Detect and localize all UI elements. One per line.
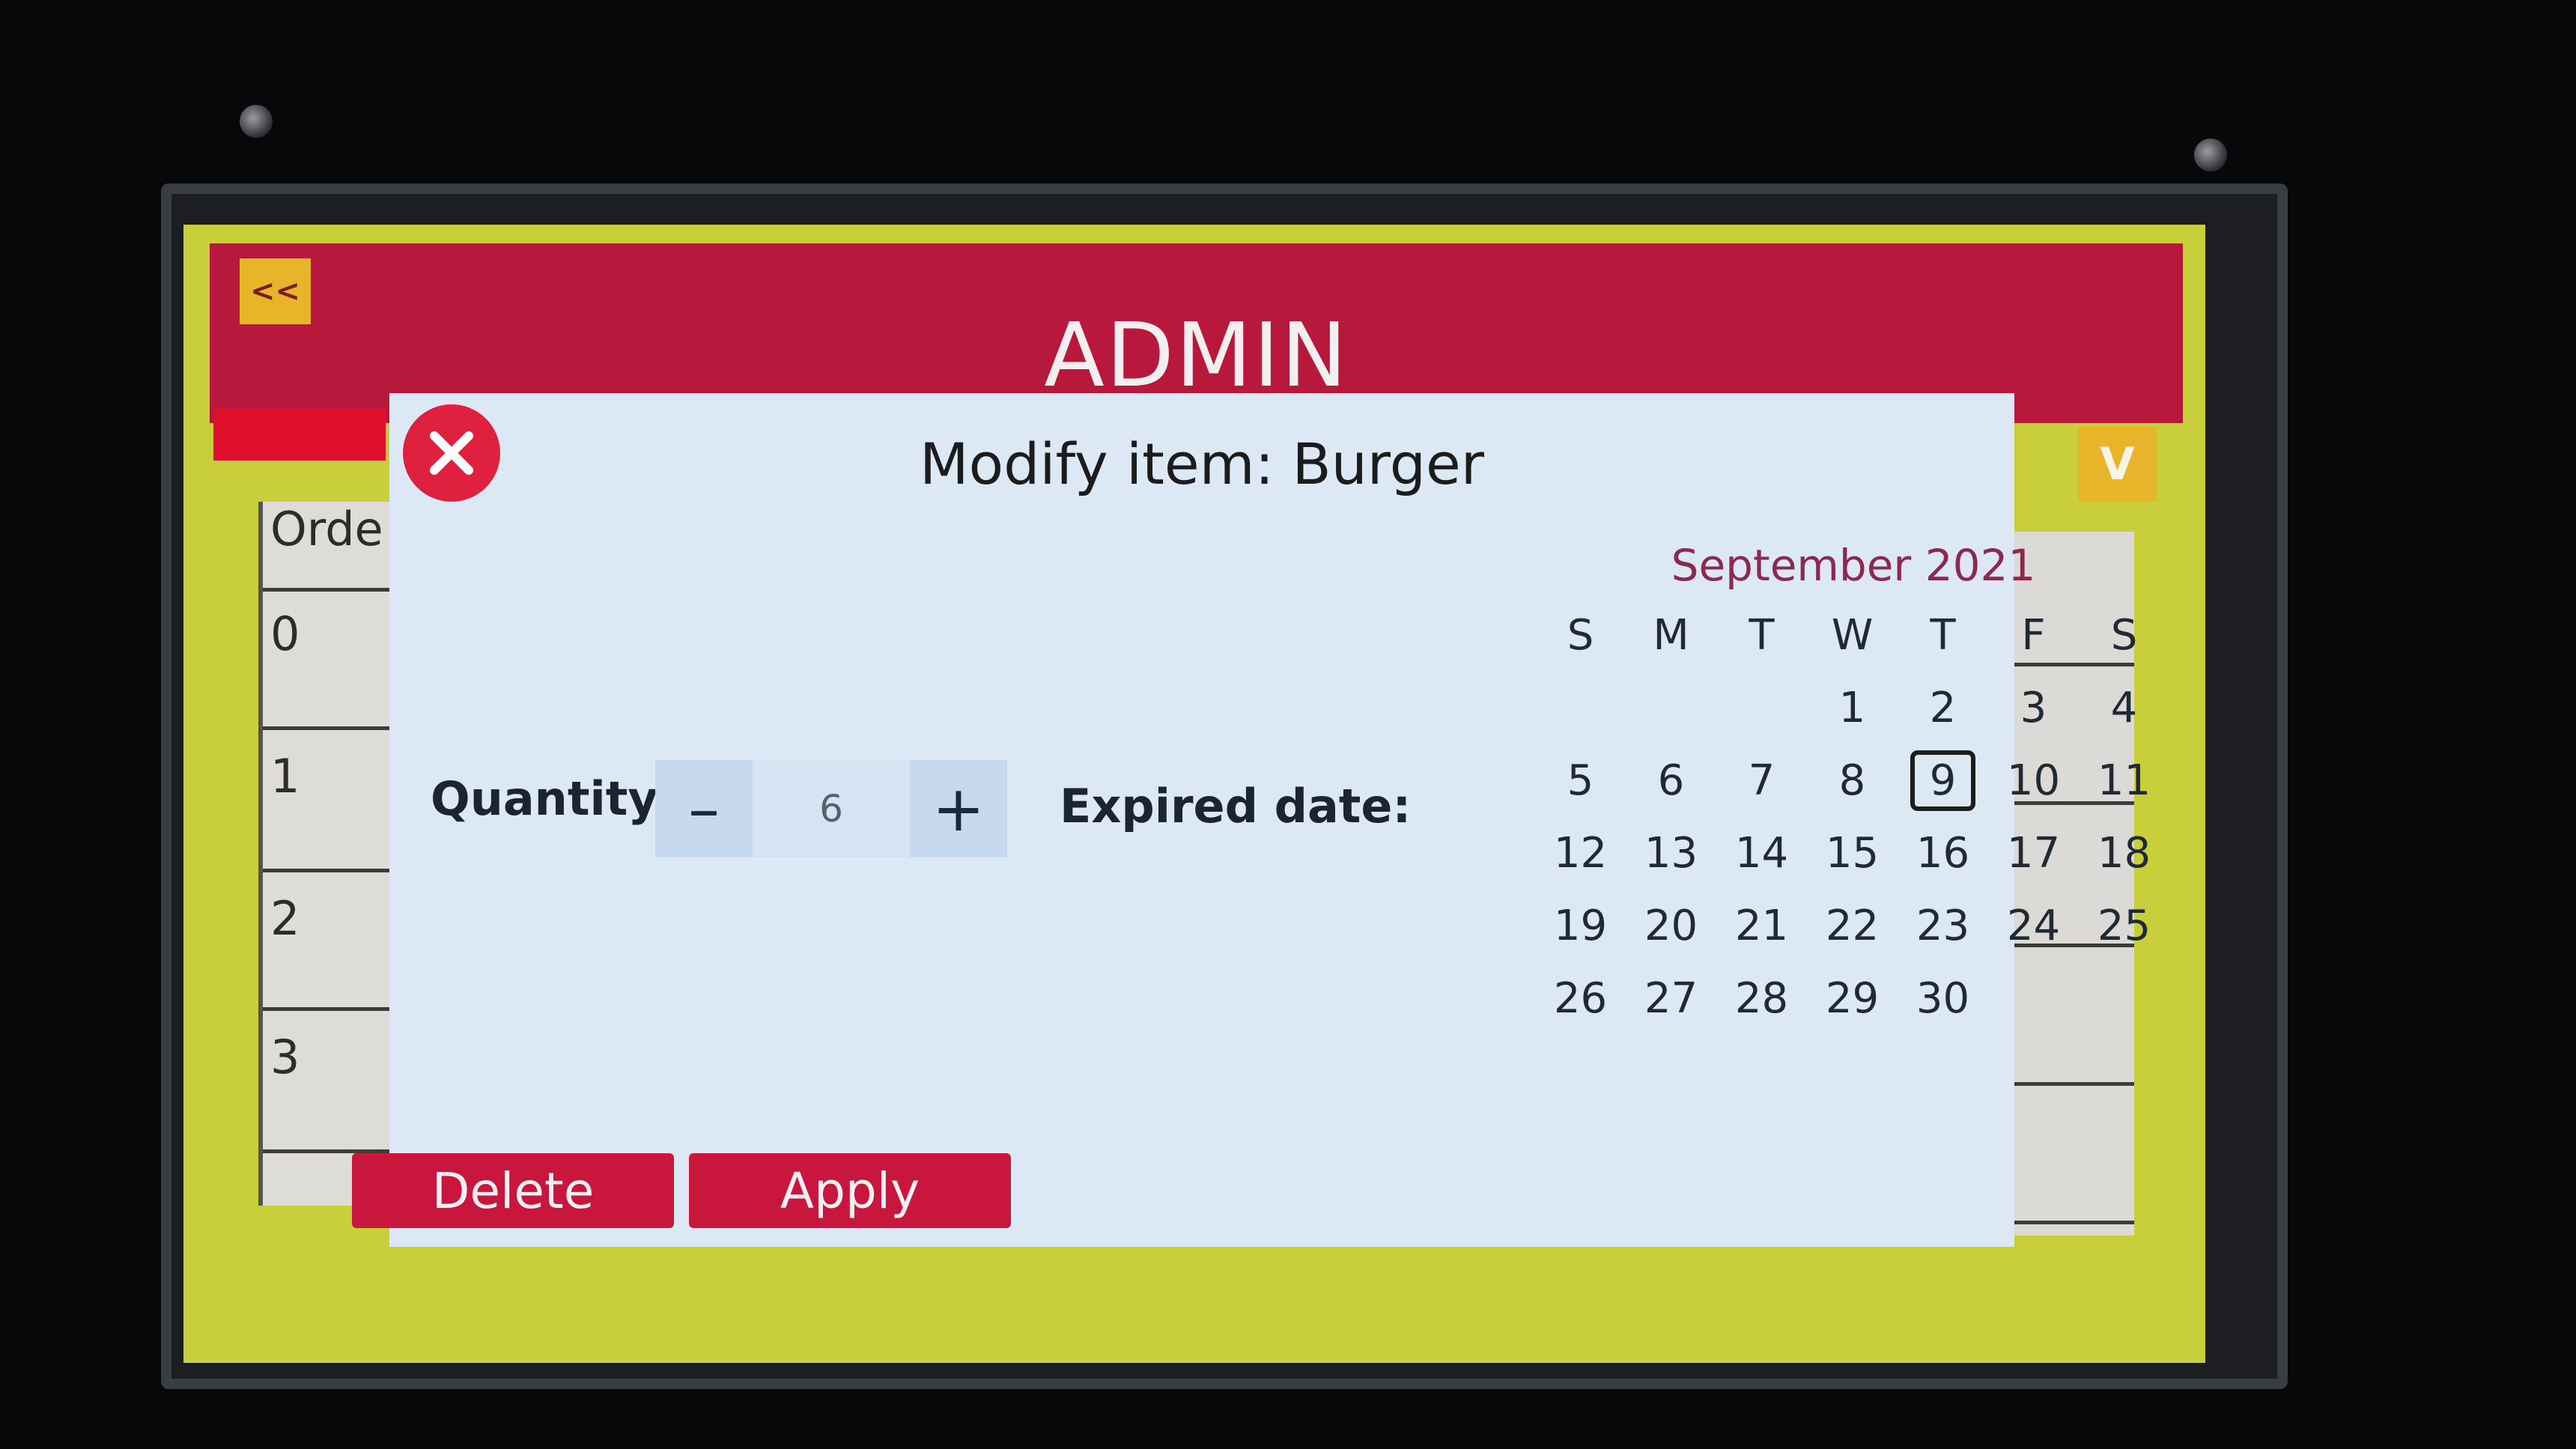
tab-strip [213,408,386,461]
calendar-day[interactable]: 6 [1626,744,1716,817]
weekday-label: T [1930,611,1956,660]
calendar-day[interactable]: 8 [1807,744,1898,817]
calendar-day[interactable]: 14 [1716,817,1807,890]
table-divider [263,1007,405,1011]
calendar-day[interactable]: 25 [2079,890,2169,962]
weekday-label: T [1749,611,1775,660]
weekday-label: W [1831,611,1874,660]
calendar-day-selected[interactable]: 9 [1898,744,1988,817]
calendar-day[interactable]: 26 [1535,962,1626,1035]
dropdown-toggle[interactable]: V [2078,427,2157,502]
decrement-button[interactable]: – [655,760,753,857]
calendar-day[interactable]: 24 [1988,890,2079,962]
calendar-day[interactable]: 10 [1988,744,2079,817]
calendar-day[interactable]: 13 [1626,817,1716,890]
table-header-order: Orde [270,502,383,556]
table-row-label[interactable]: 0 [270,607,300,661]
expired-date-label: Expired date: [1060,779,1412,833]
increment-button[interactable]: + [910,760,1007,857]
quantity-label: Quantity: [431,771,677,826]
calendar-day[interactable]: 17 [1988,817,2079,890]
calendar-blank [1626,672,1716,744]
calendar-grid: S M T W T F S 1 2 3 4 5 6 7 8 9 10 11 12 13 14 15 16 17 1… [1535,599,2172,1035]
calendar-day[interactable]: 27 [1626,962,1716,1035]
calendar-day[interactable]: 12 [1535,817,1626,890]
calendar-month-label: September 2021 [1671,540,2036,591]
calendar-day[interactable]: 3 [1988,672,2079,744]
calendar-day[interactable]: 1 [1807,672,1898,744]
calendar-day[interactable]: 15 [1807,817,1898,890]
date-picker: September 2021 S M T W T F S 1 2 3 4 5 6 7 8 9 10… [1535,532,2172,1035]
weekday-label: F [2021,611,2046,660]
calendar-day[interactable]: 29 [1807,962,1898,1035]
screw [2194,139,2227,171]
table-divider [263,726,405,730]
screen: << ADMIN Orde 0 1 2 3 V Modify item: Bur… [183,225,2205,1363]
table-row-label[interactable]: 1 [270,749,300,804]
modify-item-dialog: Modify item: Burger Quantity: – 6 + Expi… [352,393,2151,1247]
table-divider [2014,1221,2134,1224]
calendar-day[interactable]: 4 [2079,672,2169,744]
calendar-day[interactable]: 22 [1807,890,1898,962]
table-divider [263,869,405,872]
calendar-day[interactable]: 16 [1898,817,1988,890]
page-title: ADMIN [1044,303,1349,407]
table-row-label[interactable]: 3 [270,1030,300,1084]
calendar-day[interactable]: 5 [1535,744,1626,817]
weekday-label: M [1653,611,1689,660]
calendar-day[interactable]: 7 [1716,744,1807,817]
calendar-day[interactable]: 20 [1626,890,1716,962]
delete-button[interactable]: Delete [352,1153,674,1228]
quantity-stepper: – 6 + [655,760,1007,857]
calendar-day[interactable]: 11 [2079,744,2169,817]
calendar-day[interactable]: 2 [1898,672,1988,744]
table-divider [263,588,405,592]
screw [240,105,273,138]
calendar-day[interactable]: 23 [1898,890,1988,962]
table-row-label[interactable]: 2 [270,891,300,946]
calendar-blank [1716,672,1807,744]
calendar-day[interactable]: 28 [1716,962,1807,1035]
calendar-day[interactable]: 18 [2079,817,2169,890]
weekday-label: S [2110,611,2138,660]
quantity-value[interactable]: 6 [753,760,910,857]
apply-button[interactable]: Apply [689,1153,1011,1228]
orders-table: Orde 0 1 2 3 [258,502,405,1206]
calendar-day[interactable]: 21 [1716,890,1807,962]
calendar-blank [1535,672,1626,744]
table-divider [2014,1082,2134,1086]
calendar-day[interactable]: 19 [1535,890,1626,962]
dialog-title: Modify item: Burger [920,431,1484,497]
weekday-label: S [1567,611,1594,660]
calendar-day[interactable]: 30 [1898,962,1988,1035]
